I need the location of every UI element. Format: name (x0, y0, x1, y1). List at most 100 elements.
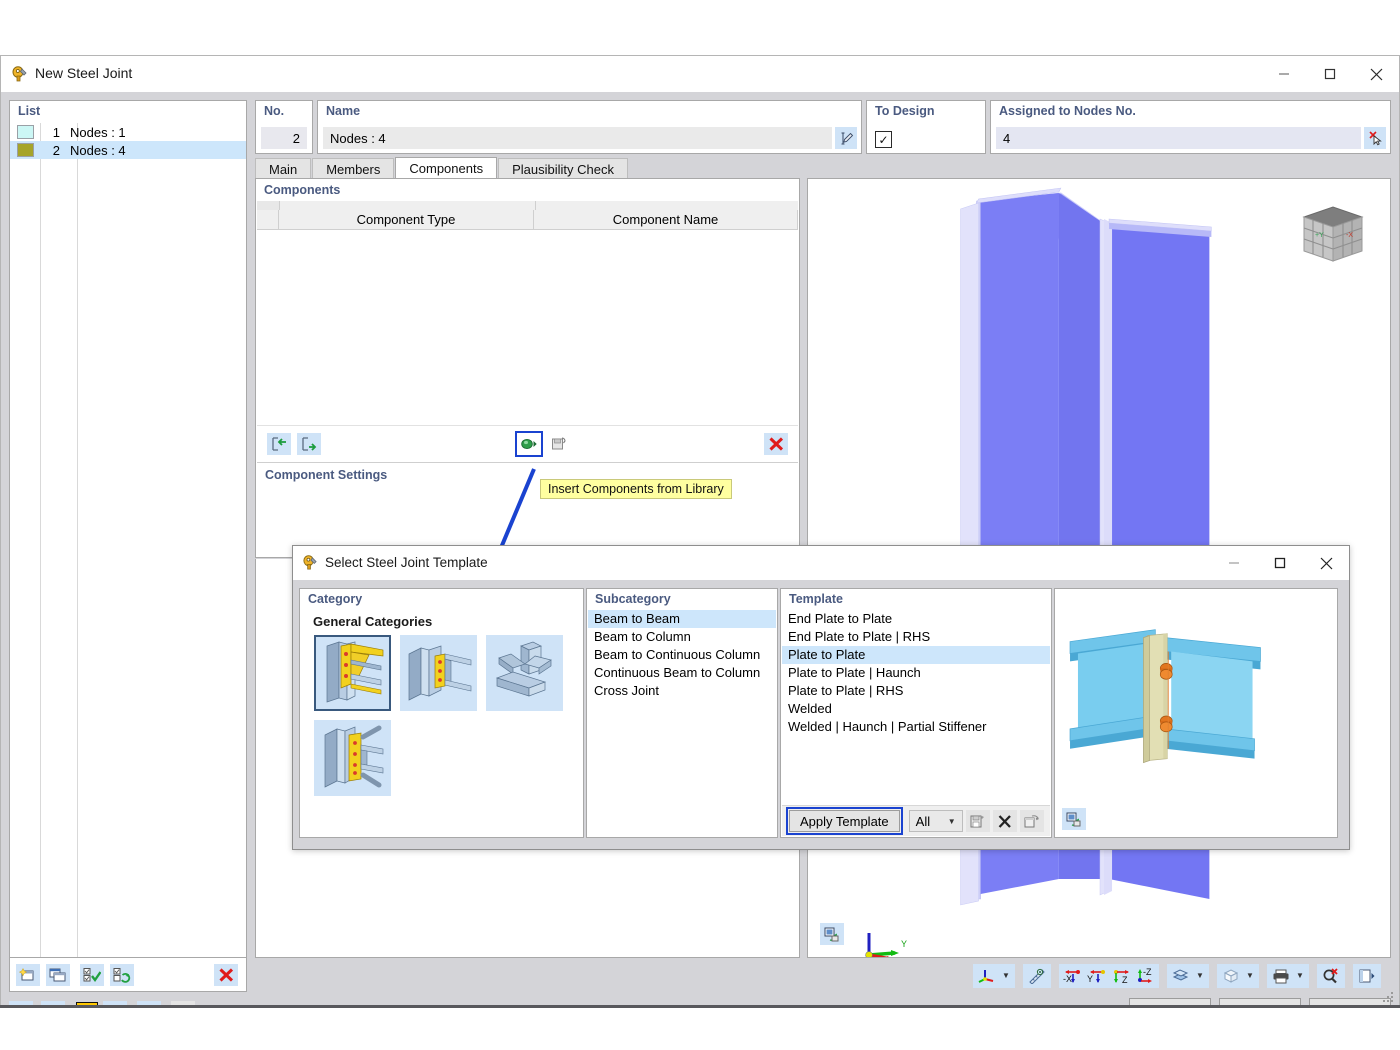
preview-export-image-button[interactable] (1062, 808, 1086, 830)
print-group: ▼ (1267, 963, 1309, 988)
navigation-cube[interactable]: +Y -X (1294, 201, 1372, 269)
view-negz-icon[interactable]: -Z (1133, 965, 1157, 987)
column-header-component-type[interactable]: Component Type (279, 210, 534, 230)
category-thumb-beam-to-column-haunch[interactable] (314, 635, 391, 711)
category-thumb-hollow-section-joint[interactable] (486, 635, 563, 711)
svg-text:-Z: -Z (1143, 968, 1152, 977)
list-item-number: 2 (52, 142, 60, 158)
pick-node-icon[interactable] (1364, 127, 1386, 149)
subcategory-item-continuous-beam-to-column[interactable]: Continuous Beam to Column (588, 664, 776, 682)
zoom-reset-group (1317, 963, 1345, 988)
subcategory-list[interactable]: Beam to Beam Beam to Column Beam to Cont… (588, 610, 776, 836)
dialog-maximize-button[interactable] (1257, 546, 1303, 580)
list-item[interactable]: 2 Nodes : 4 (10, 141, 246, 159)
category-thumb-braced-connection[interactable] (314, 720, 391, 796)
tooltip-insert-components: Insert Components from Library (540, 479, 732, 499)
close-button[interactable] (1353, 56, 1399, 92)
template-item-end-plate-to-plate-rhs[interactable]: End Plate to Plate | RHS (782, 628, 1050, 646)
indent-left-icon[interactable] (267, 433, 291, 455)
chevron-down-icon[interactable]: ▼ (1243, 965, 1257, 987)
viewport-export-image-button[interactable] (820, 923, 844, 945)
refresh-selection-button[interactable] (110, 963, 134, 986)
save-to-library-button[interactable] (547, 433, 571, 455)
application-root: New Steel Joint List 1 Nodes: 1 2 Nodes… (0, 0, 1400, 1050)
template-filter-select[interactable]: All ▼ (908, 810, 963, 832)
template-item-plate-to-plate[interactable]: Plate to Plate (782, 646, 1050, 664)
no-label: No. (264, 104, 285, 118)
wireframe-box-icon[interactable] (1219, 965, 1243, 987)
delete-template-button[interactable] (992, 810, 1017, 832)
list-item-color-swatch (17, 143, 34, 157)
category-thumb-beam-to-column-plate[interactable] (400, 635, 477, 711)
template-item-plate-to-plate-haunch[interactable]: Plate to Plate | Haunch (782, 664, 1050, 682)
indent-right-icon[interactable] (297, 433, 321, 455)
dialog-close-button[interactable] (1303, 546, 1349, 580)
list-panel-toolbar (9, 958, 247, 992)
axes-icon[interactable] (975, 965, 999, 987)
tab-plausibility-check[interactable]: Plausibility Check (498, 158, 628, 179)
viewport-toolbar: ▼ -X Y Z -Z ▼ ▼ ▼ (807, 959, 1391, 992)
delete-component-button[interactable] (764, 433, 788, 455)
template-item-plate-to-plate-rhs[interactable]: Plate to Plate | RHS (782, 682, 1050, 700)
category-panel: Category General Categories (299, 588, 584, 838)
tab-components[interactable]: Components (395, 157, 498, 179)
no-input[interactable]: 2 (261, 127, 307, 149)
subcategory-item-cross-joint[interactable]: Cross Joint (588, 682, 776, 700)
minimize-button[interactable] (1261, 56, 1307, 92)
ruler-icon[interactable] (1025, 965, 1049, 987)
components-table: Component Type Component Name (257, 201, 798, 426)
subcategory-item-beam-to-column[interactable]: Beam to Column (588, 628, 776, 646)
template-toolbar: Apply Template All ▼ (782, 805, 1050, 836)
import-template-button[interactable] (1019, 810, 1044, 832)
dialog-minimize-button[interactable] (1211, 546, 1257, 580)
save-template-button[interactable] (965, 810, 990, 832)
svg-text:Z: Z (1122, 975, 1128, 984)
chevron-down-icon[interactable]: ▼ (1193, 965, 1207, 987)
template-item-welded[interactable]: Welded (782, 700, 1050, 718)
components-toolbar (257, 427, 798, 461)
chevron-down-icon[interactable]: ▼ (1293, 965, 1307, 987)
view-y-icon[interactable]: Y (1085, 965, 1109, 987)
zoom-cancel-icon[interactable] (1319, 965, 1343, 987)
category-header: Category (308, 592, 363, 606)
chevron-down-icon[interactable]: ▼ (999, 965, 1013, 987)
template-item-welded-haunch-partial-stiffener[interactable]: Welded | Haunch | Partial Stiffener (782, 718, 1050, 736)
components-panel-title: Components (264, 183, 341, 197)
resize-grip[interactable] (1383, 992, 1395, 1004)
insert-from-library-button[interactable] (514, 431, 543, 457)
list-item-label: Nodes : 1 (70, 124, 126, 140)
assigned-nodes-input[interactable]: 4 (996, 127, 1361, 149)
tab-members[interactable]: Members (312, 158, 395, 179)
printer-icon[interactable] (1269, 965, 1293, 987)
column-header-component-name[interactable]: Component Name (534, 210, 798, 230)
view-x-icon[interactable]: -X (1061, 965, 1085, 987)
standard-views-group: -X Y Z -Z (1059, 963, 1159, 988)
copy-item-button[interactable] (46, 963, 70, 986)
check-all-button[interactable] (80, 963, 104, 986)
maximize-button[interactable] (1307, 56, 1353, 92)
template-list[interactable]: End Plate to Plate End Plate to Plate | … (782, 610, 1050, 806)
name-input[interactable]: Nodes : 4 (323, 127, 832, 149)
nav-cube-label-y: +Y (1315, 232, 1324, 239)
svg-text:Y: Y (1087, 974, 1093, 984)
template-filter-value: All (915, 813, 931, 829)
delete-item-button[interactable] (214, 963, 238, 986)
steel-joint-icon (11, 66, 28, 83)
panel-toggle-icon[interactable] (1355, 965, 1379, 987)
to-design-checkbox[interactable]: ✓ (875, 131, 892, 148)
axis-triad: Y X (865, 933, 907, 957)
to-design-label: To Design (875, 104, 935, 118)
solid-render-icon[interactable] (1169, 965, 1193, 987)
template-item-end-plate-to-plate[interactable]: End Plate to Plate (782, 610, 1050, 628)
apply-template-button[interactable]: Apply Template (786, 807, 903, 835)
view-z-icon[interactable]: Z (1109, 965, 1133, 987)
components-table-body[interactable] (257, 230, 798, 426)
subcategory-item-beam-to-beam[interactable]: Beam to Beam (588, 610, 776, 628)
tab-main[interactable]: Main (255, 158, 312, 179)
template-preview-panel (1054, 588, 1338, 838)
list-item[interactable]: 1 Nodes : 1 (10, 123, 246, 141)
subcategory-item-beam-to-continuous-column[interactable]: Beam to Continuous Column (588, 646, 776, 664)
new-item-button[interactable] (16, 963, 40, 986)
subcategory-panel: Subcategory Beam to Beam Beam to Column … (586, 588, 778, 838)
edit-pencil-icon[interactable] (835, 127, 857, 149)
